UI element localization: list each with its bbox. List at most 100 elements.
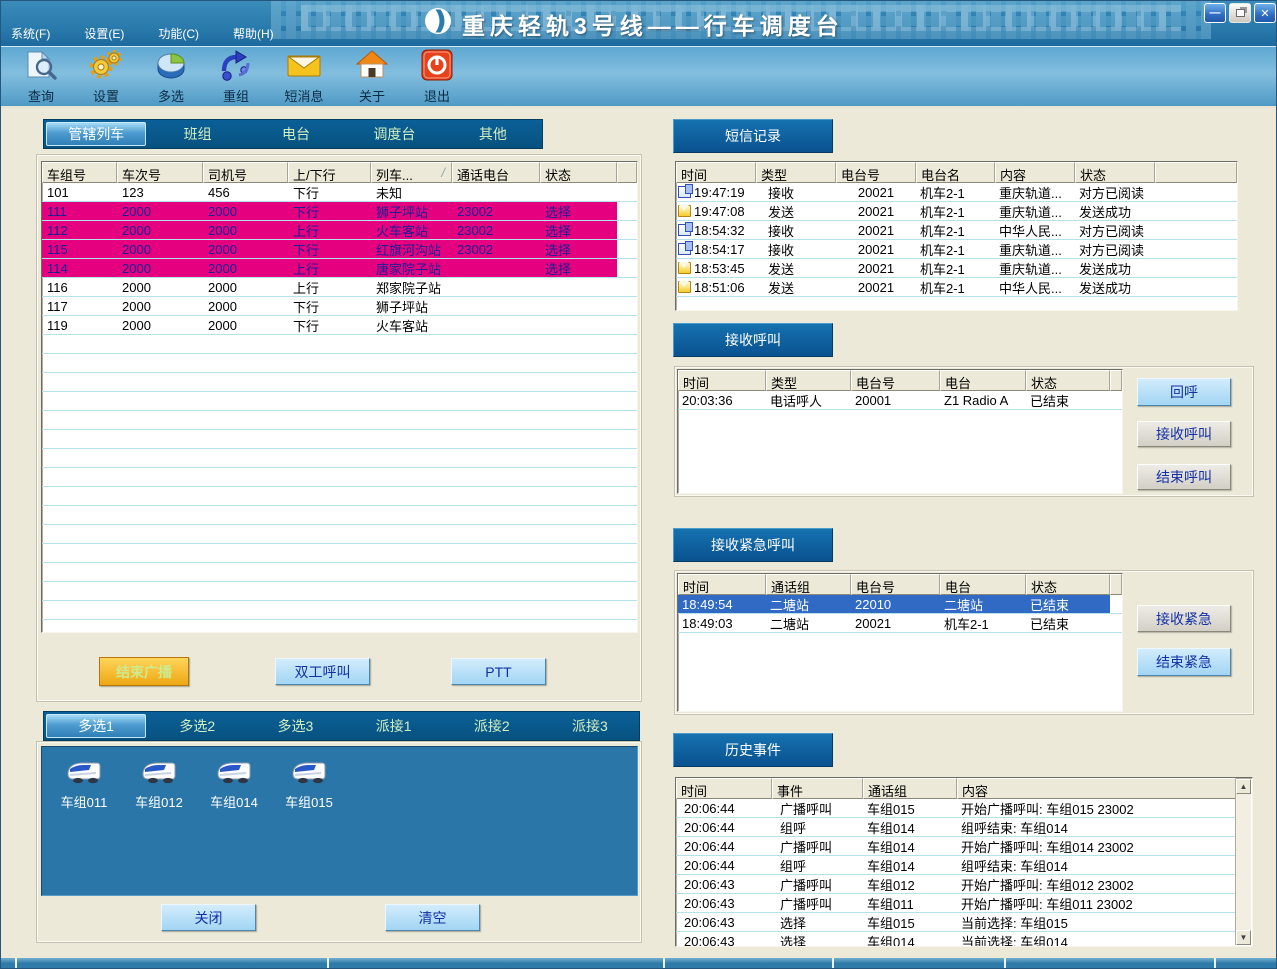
column-header[interactable]: 通话组 xyxy=(863,778,957,799)
tab-dispatch-3[interactable]: 派接3 xyxy=(541,712,639,740)
menu-settings[interactable]: 设置(E) xyxy=(78,23,130,44)
column-header[interactable]: 电台 xyxy=(940,574,1026,595)
toolbar: 查询 设置 xyxy=(1,46,1276,108)
column-header[interactable]: 车次号 xyxy=(117,162,203,183)
toolbar-about-button[interactable]: 关于 xyxy=(344,49,400,105)
toolbar-exit-button[interactable]: 退出 xyxy=(409,49,465,105)
column-header[interactable]: 状态 xyxy=(540,162,617,183)
column-header[interactable]: 上/下行 xyxy=(288,162,371,183)
column-header[interactable]: 时间 xyxy=(678,370,766,391)
history-row[interactable]: 20:06:43广播呼叫车组011开始广播呼叫: 车组011 23002 xyxy=(676,894,1236,913)
tab-radio[interactable]: 电台 xyxy=(247,120,345,148)
history-scrollbar[interactable]: ▲ ▼ xyxy=(1235,779,1251,945)
tab-dispatch-2[interactable]: 派接2 xyxy=(443,712,541,740)
column-header[interactable]: 内容 xyxy=(995,162,1075,183)
history-row[interactable]: 20:06:43广播呼叫车组012开始广播呼叫: 车组012 23002 xyxy=(676,875,1236,894)
column-header[interactable]: 状态 xyxy=(1075,162,1155,183)
tab-crew[interactable]: 班组 xyxy=(148,120,246,148)
train-row[interactable]: 101123456下行未知 xyxy=(42,183,637,202)
minimize-button[interactable]: — xyxy=(1204,3,1226,23)
scroll-down-button[interactable]: ▼ xyxy=(1236,930,1251,945)
column-header[interactable]: 类型 xyxy=(766,370,851,391)
toolbar-settings-button[interactable]: 设置 xyxy=(78,49,134,105)
toolbar-multiselect-button[interactable]: 多选 xyxy=(143,49,199,105)
tab-dispatch-1[interactable]: 派接1 xyxy=(345,712,443,740)
menu-functions[interactable]: 功能(C) xyxy=(152,23,205,44)
column-header[interactable]: 时间 xyxy=(678,574,766,595)
sms-row[interactable]: 19:47:08发送20021机车2-1重庆轨道...发送成功 xyxy=(676,202,1237,221)
call-row[interactable]: 20:03:36电话呼人20001Z1 Radio A已结束 xyxy=(678,391,1122,410)
toolbar-query-button[interactable]: 查询 xyxy=(13,49,69,105)
train-table-header: 车组号 车次号 司机号 上/下行 列车.../ 通话电台 状态 xyxy=(42,162,637,183)
column-header[interactable]: 电台号 xyxy=(836,162,916,183)
column-header[interactable]: 时间 xyxy=(676,778,772,799)
end-call-button[interactable]: 结束呼叫 xyxy=(1137,464,1231,490)
train-row[interactable]: 11520002000下行红旗河沟站23002选择 xyxy=(42,240,637,259)
toolbar-label: 重组 xyxy=(223,86,249,105)
tab-multiselect-2[interactable]: 多选2 xyxy=(148,712,246,740)
train-table: 车组号 车次号 司机号 上/下行 列车.../ 通话电台 状态 10112345… xyxy=(41,161,638,633)
tab-multiselect-1[interactable]: 多选1 xyxy=(46,714,146,738)
duplex-call-button[interactable]: 双工呼叫 xyxy=(275,658,370,685)
train-group-item[interactable]: 车组012 xyxy=(123,757,195,811)
tab-other[interactable]: 其他 xyxy=(444,120,542,148)
restore-button[interactable] xyxy=(1229,3,1251,23)
sms-row[interactable]: 19:47:19接收20021机车2-1重庆轨道...对方已阅读 xyxy=(676,183,1237,202)
end-emergency-button[interactable]: 结束紧急 xyxy=(1137,648,1231,676)
column-header[interactable]: 状态 xyxy=(1026,370,1110,391)
history-row[interactable]: 20:06:44广播呼叫车组014开始广播呼叫: 车组014 23002 xyxy=(676,837,1236,856)
column-header[interactable]: 内容 xyxy=(957,778,1236,799)
menu-help[interactable]: 帮助(H) xyxy=(227,23,280,44)
column-header[interactable]: 通话组 xyxy=(766,574,851,595)
column-header[interactable]: 电台 xyxy=(940,370,1026,391)
train-row[interactable]: 11920002000下行火车客站 xyxy=(42,316,637,335)
column-header[interactable]: 时间 xyxy=(676,162,756,183)
sms-row[interactable]: 18:53:45发送20021机车2-1重庆轨道...发送成功 xyxy=(676,259,1237,278)
scroll-up-button[interactable]: ▲ xyxy=(1236,779,1251,794)
toolbar-label: 查询 xyxy=(28,86,54,105)
callback-button[interactable]: 回呼 xyxy=(1137,378,1231,406)
tab-managed-trains[interactable]: 管辖列车 xyxy=(46,122,146,146)
column-header[interactable]: 通话电台 xyxy=(452,162,540,183)
toolbar-regroup-button[interactable]: 重组 xyxy=(208,49,264,105)
tab-dispatch-console[interactable]: 调度台 xyxy=(345,120,443,148)
close-button[interactable]: ✕ xyxy=(1254,3,1276,23)
train-row[interactable]: 11420002000上行唐家院子站选择 xyxy=(42,259,637,278)
clear-button[interactable]: 清空 xyxy=(385,904,480,931)
end-broadcast-button[interactable]: 结束广播 xyxy=(99,657,189,686)
column-header[interactable]: 电台号 xyxy=(851,370,940,391)
history-row[interactable]: 20:06:44广播呼叫车组015开始广播呼叫: 车组015 23002 xyxy=(676,799,1236,818)
column-header[interactable]: 司机号 xyxy=(203,162,288,183)
close-panel-button[interactable]: 关闭 xyxy=(161,904,256,931)
train-group-item[interactable]: 车组015 xyxy=(273,757,345,811)
column-header[interactable]: 状态 xyxy=(1026,574,1110,595)
train-group-item[interactable]: 车组011 xyxy=(48,757,120,811)
history-row[interactable]: 20:06:44组呼车组014组呼结束: 车组014 xyxy=(676,856,1236,875)
status-segment xyxy=(1,958,17,969)
tab-multiselect-3[interactable]: 多选3 xyxy=(246,712,344,740)
column-header[interactable]: 电台名 xyxy=(916,162,995,183)
emergency-row[interactable]: 18:49:54二塘站22010二塘站已结束 xyxy=(678,595,1122,614)
column-header[interactable]: 类型 xyxy=(756,162,836,183)
history-row[interactable]: 20:06:44组呼车组014组呼结束: 车组014 xyxy=(676,818,1236,837)
sms-row[interactable]: 18:54:32接收20021机车2-1中华人民...对方已阅读 xyxy=(676,221,1237,240)
train-row[interactable]: 11720002000下行狮子坪站 xyxy=(42,297,637,316)
toolbar-sms-button[interactable]: 短消息 xyxy=(273,49,335,105)
receive-emergency-button[interactable]: 接收紧急 xyxy=(1137,605,1231,632)
emergency-row[interactable]: 18:49:03二塘站20021机车2-1已结束 xyxy=(678,614,1122,633)
train-row[interactable]: 11120002000下行狮子坪站23002选择 xyxy=(42,202,637,221)
train-row[interactable]: 11620002000上行郑家院子站 xyxy=(42,278,637,297)
receive-call-button[interactable]: 接收呼叫 xyxy=(1137,421,1231,447)
column-header[interactable]: 电台号 xyxy=(851,574,940,595)
ptt-button[interactable]: PTT xyxy=(451,658,546,685)
column-header[interactable]: 列车.../ xyxy=(371,162,452,183)
menu-system[interactable]: 系统(F) xyxy=(5,23,56,44)
column-header[interactable]: 事件 xyxy=(772,778,863,799)
history-row[interactable]: 20:06:43选择车组014当前选择: 车组014 xyxy=(676,932,1236,947)
column-header[interactable]: 车组号 xyxy=(42,162,117,183)
history-row[interactable]: 20:06:43选择车组015当前选择: 车组015 xyxy=(676,913,1236,932)
train-row[interactable]: 11220002000上行火车客站23002选择 xyxy=(42,221,637,240)
sms-row[interactable]: 18:51:06发送20021机车2-1中华人民...发送成功 xyxy=(676,278,1237,297)
sms-row[interactable]: 18:54:17接收20021机车2-1重庆轨道...对方已阅读 xyxy=(676,240,1237,259)
train-group-item[interactable]: 车组014 xyxy=(198,757,270,811)
